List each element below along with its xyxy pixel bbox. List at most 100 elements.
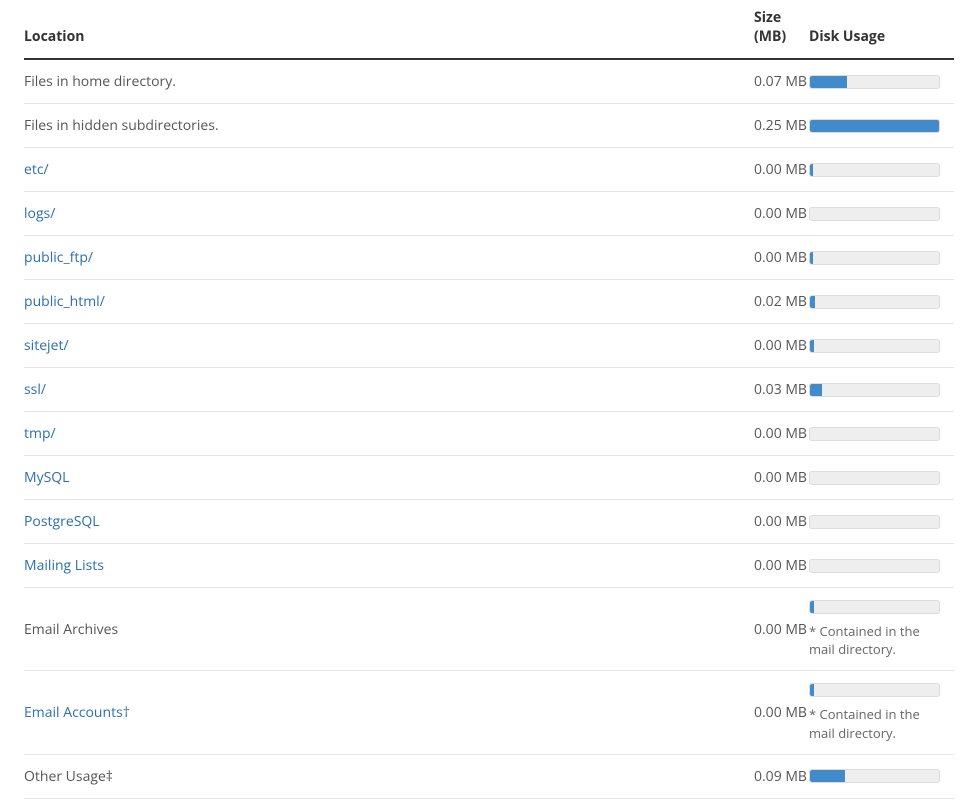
table-row: PostgreSQL 0.00 MB bbox=[24, 500, 954, 544]
location-link[interactable]: sitejet/ bbox=[24, 336, 69, 355]
usage-cell bbox=[809, 324, 954, 368]
location-link[interactable]: public_ftp/ bbox=[24, 248, 93, 267]
size-cell: 0.09 MB bbox=[754, 754, 809, 798]
usage-bar bbox=[809, 295, 940, 309]
usage-cell bbox=[809, 754, 954, 798]
header-location: Location bbox=[24, 0, 754, 59]
table-row: tmp/0.00 MB bbox=[24, 412, 954, 456]
usage-bar bbox=[809, 383, 940, 397]
usage-cell bbox=[809, 59, 954, 104]
usage-bar bbox=[809, 339, 940, 353]
location-link[interactable]: PostgreSQL bbox=[24, 512, 100, 531]
size-cell: 0.02 MB bbox=[754, 280, 809, 324]
location-text: Email Archives bbox=[24, 620, 118, 639]
location-link[interactable]: MySQL bbox=[24, 468, 69, 487]
usage-bar bbox=[809, 427, 940, 441]
size-cell: 0.00 MB bbox=[754, 671, 809, 754]
location-cell: Other Usage‡ bbox=[24, 754, 754, 798]
usage-cell bbox=[809, 368, 954, 412]
usage-cell bbox=[809, 412, 954, 456]
table-row: Email Archives0.00 MB* Contained in the … bbox=[24, 588, 954, 671]
size-cell: 0.00 MB bbox=[754, 456, 809, 500]
usage-note: * Contained in the mail directory. bbox=[809, 705, 940, 741]
location-text: Other Usage‡ bbox=[24, 767, 113, 786]
usage-bar bbox=[809, 163, 940, 177]
location-cell: ssl/ bbox=[24, 368, 754, 412]
usage-bar bbox=[809, 683, 940, 697]
location-link[interactable]: Mailing Lists bbox=[24, 556, 104, 575]
location-cell: Files in hidden subdirectories. bbox=[24, 104, 754, 148]
table-row: Files in hidden subdirectories.0.25 MB bbox=[24, 104, 954, 148]
location-link[interactable]: ssl/ bbox=[24, 380, 46, 399]
location-cell: logs/ bbox=[24, 192, 754, 236]
location-cell: sitejet/ bbox=[24, 324, 754, 368]
location-link[interactable]: Email Accounts† bbox=[24, 703, 130, 722]
table-row: logs/0.00 MB bbox=[24, 192, 954, 236]
usage-cell: * Contained in the mail directory. bbox=[809, 588, 954, 671]
location-link[interactable]: public_html/ bbox=[24, 292, 105, 311]
usage-bar bbox=[809, 600, 940, 614]
usage-bar-fill bbox=[810, 252, 813, 264]
size-cell: 0.00 MB bbox=[754, 324, 809, 368]
usage-cell bbox=[809, 500, 954, 544]
location-cell: Files in home directory. bbox=[24, 59, 754, 104]
usage-bar bbox=[809, 75, 940, 89]
usage-bar-fill bbox=[810, 601, 814, 613]
size-cell: 0.07 MB bbox=[754, 59, 809, 104]
size-cell: 0.00 MB bbox=[754, 236, 809, 280]
usage-cell: * Contained in the mail directory. bbox=[809, 671, 954, 754]
header-size: Size (MB) bbox=[754, 0, 809, 59]
usage-bar-fill bbox=[810, 340, 814, 352]
location-text: Files in hidden subdirectories. bbox=[24, 116, 219, 135]
table-row: Mailing Lists 0.00 MB bbox=[24, 544, 954, 588]
usage-bar-fill bbox=[810, 684, 814, 696]
usage-bar bbox=[809, 119, 940, 133]
location-cell: Email Archives bbox=[24, 588, 754, 671]
table-row: Other Usage‡ 0.09 MB bbox=[24, 754, 954, 798]
usage-bar-fill bbox=[810, 164, 813, 176]
size-cell: 0.00 MB bbox=[754, 412, 809, 456]
location-link[interactable]: etc/ bbox=[24, 160, 49, 179]
table-row: Files in home directory.0.07 MB bbox=[24, 59, 954, 104]
size-cell: 0.03 MB bbox=[754, 368, 809, 412]
size-cell: 0.00 MB bbox=[754, 500, 809, 544]
location-link[interactable]: tmp/ bbox=[24, 424, 56, 443]
location-cell: public_html/ bbox=[24, 280, 754, 324]
table-row: public_ftp/0.00 MB bbox=[24, 236, 954, 280]
table-row: Email Accounts† 0.00 MB* Contained in the… bbox=[24, 671, 954, 754]
location-cell: etc/ bbox=[24, 148, 754, 192]
usage-cell bbox=[809, 192, 954, 236]
location-cell: MySQL bbox=[24, 456, 754, 500]
usage-note: * Contained in the mail directory. bbox=[809, 622, 940, 658]
table-row: MySQL 0.00 MB bbox=[24, 456, 954, 500]
location-cell: tmp/ bbox=[24, 412, 754, 456]
usage-cell bbox=[809, 148, 954, 192]
table-row: public_html/0.02 MB bbox=[24, 280, 954, 324]
usage-bar-fill bbox=[810, 296, 815, 308]
location-cell: PostgreSQL bbox=[24, 500, 754, 544]
usage-bar-fill bbox=[810, 120, 939, 132]
usage-bar bbox=[809, 251, 940, 265]
table-row: ssl/0.03 MB bbox=[24, 368, 954, 412]
table-row: etc/0.00 MB bbox=[24, 148, 954, 192]
usage-cell bbox=[809, 104, 954, 148]
table-row: sitejet/0.00 MB bbox=[24, 324, 954, 368]
usage-bar bbox=[809, 471, 940, 485]
usage-bar bbox=[809, 515, 940, 529]
usage-cell bbox=[809, 236, 954, 280]
usage-cell bbox=[809, 280, 954, 324]
usage-cell bbox=[809, 544, 954, 588]
header-usage: Disk Usage bbox=[809, 0, 954, 59]
usage-bar-fill bbox=[810, 770, 845, 782]
size-cell: 0.00 MB bbox=[754, 544, 809, 588]
usage-bar bbox=[809, 559, 940, 573]
usage-bar bbox=[809, 207, 940, 221]
location-link[interactable]: logs/ bbox=[24, 204, 55, 223]
size-cell: 0.00 MB bbox=[754, 192, 809, 236]
usage-bar-fill bbox=[810, 384, 822, 396]
usage-cell bbox=[809, 456, 954, 500]
usage-bar-fill bbox=[810, 76, 847, 88]
location-cell: Mailing Lists bbox=[24, 544, 754, 588]
usage-bar bbox=[809, 769, 940, 783]
location-cell: public_ftp/ bbox=[24, 236, 754, 280]
